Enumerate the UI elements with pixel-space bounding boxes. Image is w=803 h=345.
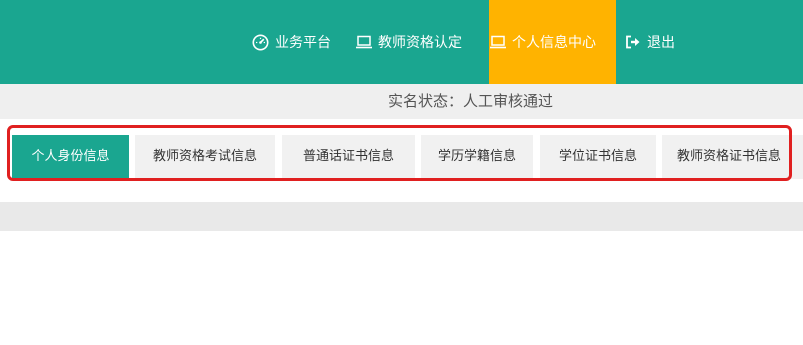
dashboard-icon [252,34,269,51]
main-nav: 业务平台 教师资格认定 个人信息中心 退出 [0,0,803,84]
nav-label: 退出 [647,35,675,51]
nav-teacher-certification[interactable]: 教师资格认定 [356,0,462,84]
tab-personal-identity[interactable]: 个人身份信息 [12,135,129,179]
top-header: 业务平台 教师资格认定 个人信息中心 退出 [0,0,803,84]
tab-exam-info[interactable]: 教师资格考试信息 [135,135,275,179]
tab-teacher-certificate[interactable]: 教师资格证书信息 [662,135,803,179]
nav-personal-info-center[interactable]: 个人信息中心 [489,0,616,84]
nav-label: 教师资格认定 [378,35,462,51]
logout-icon [625,35,641,49]
content-header-bar [0,202,803,231]
nav-logout[interactable]: 退出 [625,0,675,84]
status-bar: 实名状态：人工审核通过 [0,84,803,119]
monitor-icon [490,35,506,49]
tab-education-record[interactable]: 学历学籍信息 [421,135,533,179]
nav-label: 业务平台 [275,35,331,51]
monitor-icon [356,35,372,49]
tab-degree-certificate[interactable]: 学位证书信息 [540,135,656,179]
tab-mandarin-certificate[interactable]: 普通话证书信息 [282,135,415,179]
nav-business-platform[interactable]: 业务平台 [252,0,331,84]
nav-label: 个人信息中心 [512,35,596,51]
verification-status: 实名状态：人工审核通过 [388,92,554,110]
